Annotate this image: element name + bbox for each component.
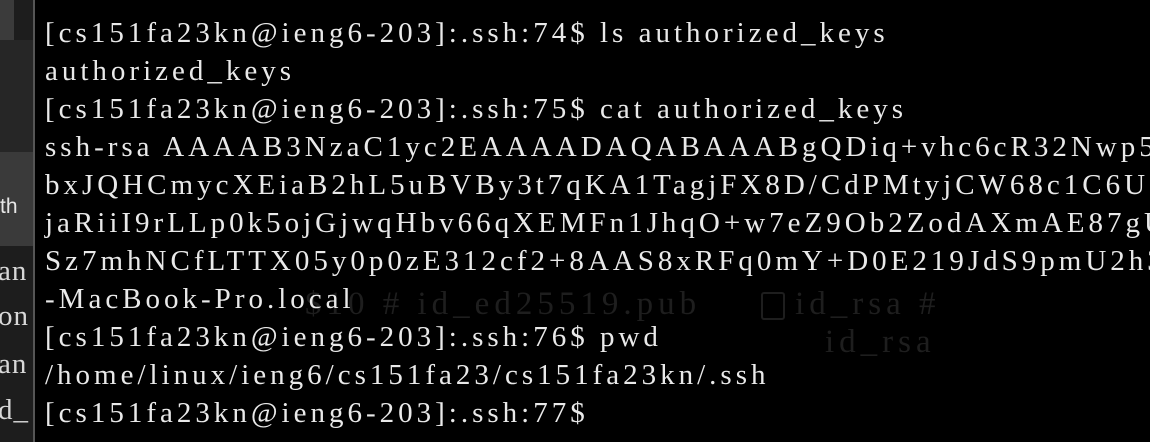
terminal-output-line: Sz7mhNCfLTTX05y0p0zE312cf2+8AAS8xRFq0mY+… [45,245,1150,277]
terminal-output-line: -MacBook-Pro.local [45,283,355,315]
background-editor-window[interactable]: th an on an d_ [0,0,34,442]
terminal-current-prompt[interactable]: [cs151fa23kn@ieng6-203]:.ssh:77$ [45,394,1150,432]
terminal-prompt-line: [cs151fa23kn@ieng6-203]:.ssh:76$ pwd [45,321,662,353]
terminal-output-line: ssh-rsa AAAAB3NzaC1yc2EAAAADAQABAAABgQDi… [45,131,1150,163]
terminal-window[interactable]: $10 # id_ed25519.pub id_rsa # id_rsa [cs1… [35,0,1150,442]
editor-tab[interactable] [0,0,14,40]
terminal-output[interactable]: [cs151fa23kn@ieng6-203]:.ssh:74$ ls auth… [45,14,1150,432]
editor-text-fragment: an [0,348,28,380]
editor-text-fragment: an [0,255,28,287]
terminal-output-line: bxJQHCmycXEiaB2hL5uBVBy3t7qKA1TagjFX8D/C… [45,169,1150,201]
terminal-prompt-line: [cs151fa23kn@ieng6-203]:.ssh:74$ ls auth… [45,17,889,49]
editor-text-fragment: d_ [0,394,29,426]
terminal-output-line: /home/linux/ieng6/cs151fa23/cs151fa23kn/… [45,359,770,391]
terminal-prompt-line: [cs151fa23kn@ieng6-203]:.ssh:75$ cat aut… [45,93,908,125]
editor-toolbar [0,40,34,152]
terminal-output-line: authorized_keys [45,55,296,87]
terminal-output-line: jaRiiI9rLLp0k5ojGjwqHbv66qXEMFn1JhqO+w7e… [45,207,1150,239]
editor-tab-fragment: th [0,195,18,218]
desktop-screen: th an on an d_ $10 # id_ed25519.pub id_rs… [0,0,1150,442]
editor-text-fragment: on [0,300,29,332]
